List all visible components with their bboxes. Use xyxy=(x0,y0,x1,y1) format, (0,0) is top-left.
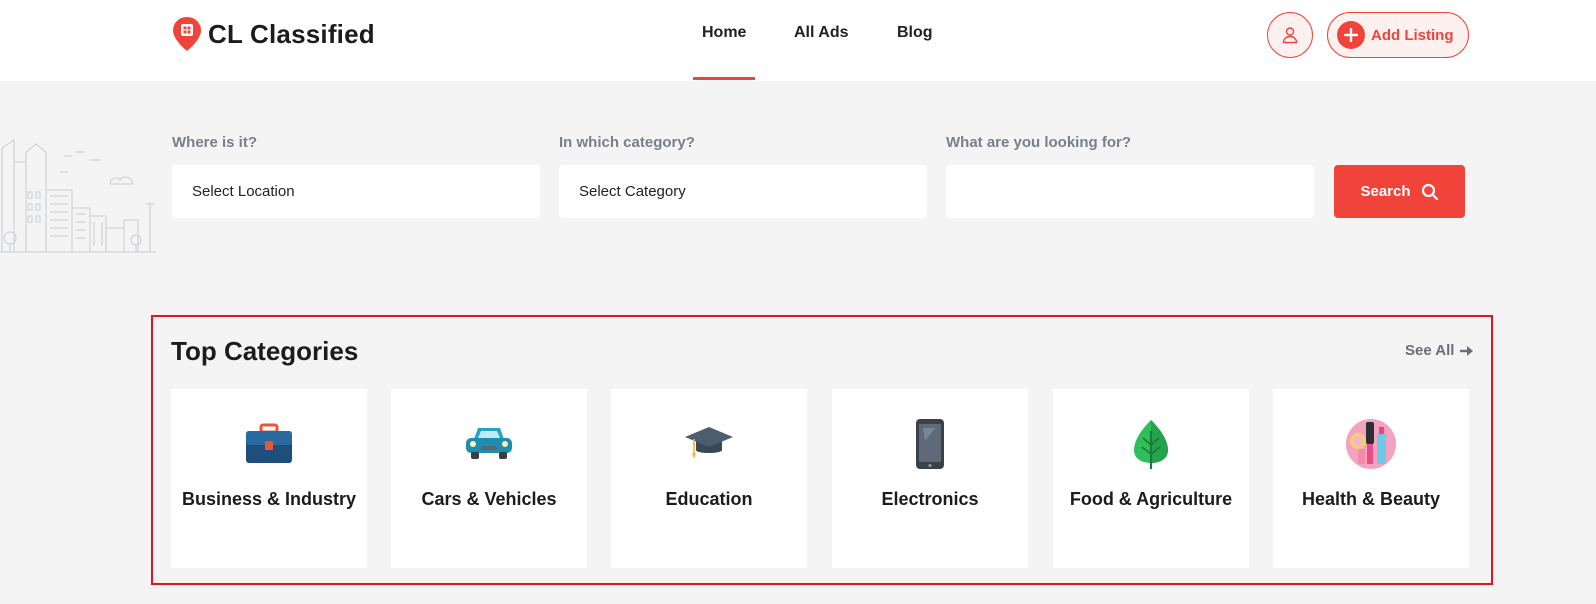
search-icon xyxy=(1421,183,1438,200)
top-categories-title: Top Categories xyxy=(171,336,359,366)
keyword-input[interactable] xyxy=(946,165,1314,218)
location-select[interactable]: Select Location xyxy=(172,165,540,218)
site-header: CL Classified Home All Ads Blog Add List… xyxy=(0,0,1596,81)
map-pin-icon xyxy=(173,17,201,51)
see-all-link[interactable]: See All xyxy=(1405,342,1474,359)
category-select-value: Select Category xyxy=(579,183,686,200)
see-all-label: See All xyxy=(1405,342,1455,359)
category-card-education[interactable]: Education xyxy=(611,389,807,568)
category-label: In which category? xyxy=(559,134,695,151)
cosmetics-icon xyxy=(1346,419,1396,469)
category-select[interactable]: Select Category xyxy=(559,165,927,218)
arrow-right-icon xyxy=(1460,345,1474,356)
city-skyline-illustration xyxy=(0,139,156,253)
user-icon xyxy=(1282,27,1298,44)
category-card-business-industry[interactable]: Business & Industry xyxy=(171,389,367,568)
keyword-label: What are you looking for? xyxy=(946,134,1132,151)
category-label: Cars & Vehicles xyxy=(421,489,557,509)
location-select-value: Select Location xyxy=(192,183,295,200)
category-card-electronics[interactable]: Electronics xyxy=(832,389,1028,568)
location-label: Where is it? xyxy=(172,134,258,151)
active-nav-indicator xyxy=(693,77,755,80)
logo-text: CL Classified xyxy=(208,18,375,49)
category-label: Business & Industry xyxy=(181,489,357,509)
category-label: Health & Beauty xyxy=(1301,489,1441,509)
add-listing-label: Add Listing xyxy=(1371,26,1454,44)
category-label: Food & Agriculture xyxy=(1069,489,1233,509)
briefcase-icon xyxy=(246,423,292,463)
nav-item-home[interactable]: Home xyxy=(702,24,746,42)
plus-icon xyxy=(1337,21,1365,49)
search-button[interactable]: Search xyxy=(1334,165,1465,218)
add-listing-button[interactable]: Add Listing xyxy=(1327,12,1469,58)
smartphone-icon xyxy=(916,419,944,469)
category-label: Electronics xyxy=(881,489,979,509)
graduation-cap-icon xyxy=(685,427,733,459)
logo[interactable]: CL Classified xyxy=(172,16,375,52)
search-button-label: Search xyxy=(1360,183,1411,200)
category-card-cars-vehicles[interactable]: Cars & Vehicles xyxy=(391,389,587,568)
nav-item-blog[interactable]: Blog xyxy=(897,24,933,42)
category-card-food-agriculture[interactable]: Food & Agriculture xyxy=(1053,389,1249,568)
car-icon xyxy=(466,428,512,459)
leaf-icon xyxy=(1134,420,1168,469)
category-card-health-beauty[interactable]: Health & Beauty xyxy=(1273,389,1469,568)
account-button[interactable] xyxy=(1267,12,1313,58)
nav-item-all-ads[interactable]: All Ads xyxy=(794,24,849,42)
category-label: Education xyxy=(665,489,753,509)
